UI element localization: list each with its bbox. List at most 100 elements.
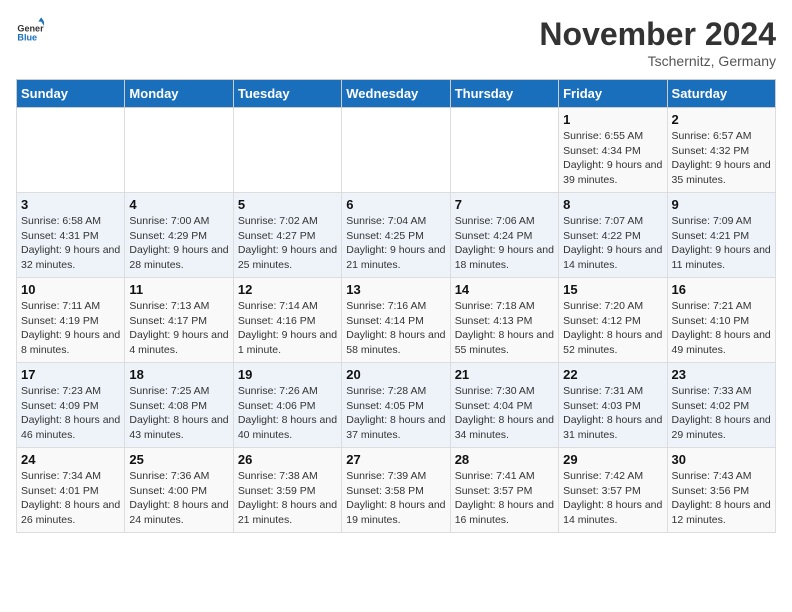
logo-icon: General Blue — [16, 16, 44, 44]
day-number: 9 — [672, 197, 771, 212]
day-number: 28 — [455, 452, 554, 467]
day-info: Sunrise: 7:38 AM Sunset: 3:59 PM Dayligh… — [238, 469, 337, 528]
day-info: Sunrise: 7:21 AM Sunset: 4:10 PM Dayligh… — [672, 299, 771, 358]
calendar-table: SundayMondayTuesdayWednesdayThursdayFrid… — [16, 79, 776, 533]
day-number: 15 — [563, 282, 662, 297]
calendar-header-row: SundayMondayTuesdayWednesdayThursdayFrid… — [17, 80, 776, 108]
calendar-cell: 10Sunrise: 7:11 AM Sunset: 4:19 PM Dayli… — [17, 278, 125, 363]
day-number: 30 — [672, 452, 771, 467]
calendar-cell: 24Sunrise: 7:34 AM Sunset: 4:01 PM Dayli… — [17, 448, 125, 533]
day-number: 1 — [563, 112, 662, 127]
calendar-cell: 22 Sunrise: 7:31 AM Sunset: 4:03 PM Dayli… — [559, 363, 667, 448]
day-number: 8 — [563, 197, 662, 212]
day-info: Sunrise: 7:14 AM Sunset: 4:16 PM Dayligh… — [238, 299, 337, 358]
calendar-cell: 13Sunrise: 7:16 AM Sunset: 4:14 PM Dayli… — [342, 278, 450, 363]
day-number: 16 — [672, 282, 771, 297]
calendar-cell: 9 Sunrise: 7:09 AM Sunset: 4:21 PM Daylig… — [667, 193, 775, 278]
day-number: 11 — [129, 282, 228, 297]
title-area: November 2024 Tschernitz, Germany — [539, 16, 776, 69]
weekday-header-monday: Monday — [125, 80, 233, 108]
calendar-cell: 18 Sunrise: 7:25 AM Sunset: 4:08 PM Dayli… — [125, 363, 233, 448]
calendar-cell: 6 Sunrise: 7:04 AM Sunset: 4:25 PM Daylig… — [342, 193, 450, 278]
day-number: 20 — [346, 367, 445, 382]
day-number: 21 — [455, 367, 554, 382]
calendar-cell: 25Sunrise: 7:36 AM Sunset: 4:00 PM Dayli… — [125, 448, 233, 533]
calendar-week-1: 1 Sunrise: 6:55 AM Sunset: 4:34 PM Daylig… — [17, 108, 776, 193]
calendar-cell: 17 Sunrise: 7:23 AM Sunset: 4:09 PM Dayli… — [17, 363, 125, 448]
day-info: Sunrise: 7:30 AM Sunset: 4:04 PM Dayligh… — [455, 384, 554, 443]
calendar-cell — [125, 108, 233, 193]
calendar-cell: 12Sunrise: 7:14 AM Sunset: 4:16 PM Dayli… — [233, 278, 341, 363]
calendar-cell — [17, 108, 125, 193]
weekday-header-thursday: Thursday — [450, 80, 558, 108]
calendar-cell: 16 Sunrise: 7:21 AM Sunset: 4:10 PM Dayli… — [667, 278, 775, 363]
day-info: Sunrise: 7:04 AM Sunset: 4:25 PM Dayligh… — [346, 214, 445, 273]
calendar-cell: 15 Sunrise: 7:20 AM Sunset: 4:12 PM Dayli… — [559, 278, 667, 363]
day-info: Sunrise: 7:09 AM Sunset: 4:21 PM Dayligh… — [672, 214, 771, 273]
day-info: Sunrise: 7:25 AM Sunset: 4:08 PM Dayligh… — [129, 384, 228, 443]
calendar-cell — [233, 108, 341, 193]
day-number: 10 — [21, 282, 120, 297]
day-number: 26 — [238, 452, 337, 467]
weekday-header-saturday: Saturday — [667, 80, 775, 108]
day-number: 22 — [563, 367, 662, 382]
weekday-header-wednesday: Wednesday — [342, 80, 450, 108]
calendar-body: 1 Sunrise: 6:55 AM Sunset: 4:34 PM Daylig… — [17, 108, 776, 533]
calendar-cell: 29 Sunrise: 7:42 AM Sunset: 3:57 PM Dayli… — [559, 448, 667, 533]
calendar-cell — [450, 108, 558, 193]
day-number: 6 — [346, 197, 445, 212]
day-number: 2 — [672, 112, 771, 127]
day-info: Sunrise: 7:34 AM Sunset: 4:01 PM Dayligh… — [21, 469, 120, 528]
day-info: Sunrise: 7:23 AM Sunset: 4:09 PM Dayligh… — [21, 384, 120, 443]
logo: General Blue — [16, 16, 44, 44]
weekday-header-friday: Friday — [559, 80, 667, 108]
day-number: 14 — [455, 282, 554, 297]
calendar-cell: 28 Sunrise: 7:41 AM Sunset: 3:57 PM Dayli… — [450, 448, 558, 533]
calendar-cell: 5 Sunrise: 7:02 AM Sunset: 4:27 PM Daylig… — [233, 193, 341, 278]
weekday-header-tuesday: Tuesday — [233, 80, 341, 108]
day-number: 5 — [238, 197, 337, 212]
calendar-cell: 14 Sunrise: 7:18 AM Sunset: 4:13 PM Dayli… — [450, 278, 558, 363]
calendar-week-3: 10Sunrise: 7:11 AM Sunset: 4:19 PM Dayli… — [17, 278, 776, 363]
day-info: Sunrise: 6:57 AM Sunset: 4:32 PM Dayligh… — [672, 129, 771, 188]
calendar-cell: 23 Sunrise: 7:33 AM Sunset: 4:02 PM Dayli… — [667, 363, 775, 448]
day-info: Sunrise: 6:58 AM Sunset: 4:31 PM Dayligh… — [21, 214, 120, 273]
day-info: Sunrise: 6:55 AM Sunset: 4:34 PM Dayligh… — [563, 129, 662, 188]
day-number: 19 — [238, 367, 337, 382]
day-info: Sunrise: 7:00 AM Sunset: 4:29 PM Dayligh… — [129, 214, 228, 273]
calendar-cell: 7Sunrise: 7:06 AM Sunset: 4:24 PM Daylig… — [450, 193, 558, 278]
day-info: Sunrise: 7:18 AM Sunset: 4:13 PM Dayligh… — [455, 299, 554, 358]
calendar-cell: 8 Sunrise: 7:07 AM Sunset: 4:22 PM Daylig… — [559, 193, 667, 278]
day-info: Sunrise: 7:07 AM Sunset: 4:22 PM Dayligh… — [563, 214, 662, 273]
day-number: 17 — [21, 367, 120, 382]
day-info: Sunrise: 7:31 AM Sunset: 4:03 PM Dayligh… — [563, 384, 662, 443]
calendar-cell: 27 Sunrise: 7:39 AM Sunset: 3:58 PM Dayli… — [342, 448, 450, 533]
calendar-week-2: 3Sunrise: 6:58 AM Sunset: 4:31 PM Daylig… — [17, 193, 776, 278]
day-number: 23 — [672, 367, 771, 382]
calendar-cell: 20 Sunrise: 7:28 AM Sunset: 4:05 PM Dayli… — [342, 363, 450, 448]
day-info: Sunrise: 7:39 AM Sunset: 3:58 PM Dayligh… — [346, 469, 445, 528]
day-info: Sunrise: 7:28 AM Sunset: 4:05 PM Dayligh… — [346, 384, 445, 443]
day-info: Sunrise: 7:02 AM Sunset: 4:27 PM Dayligh… — [238, 214, 337, 273]
calendar-cell: 1 Sunrise: 6:55 AM Sunset: 4:34 PM Daylig… — [559, 108, 667, 193]
calendar-cell: 30Sunrise: 7:43 AM Sunset: 3:56 PM Dayli… — [667, 448, 775, 533]
day-info: Sunrise: 7:42 AM Sunset: 3:57 PM Dayligh… — [563, 469, 662, 528]
calendar-cell: 19 Sunrise: 7:26 AM Sunset: 4:06 PM Dayli… — [233, 363, 341, 448]
day-number: 4 — [129, 197, 228, 212]
calendar-cell: 4 Sunrise: 7:00 AM Sunset: 4:29 PM Daylig… — [125, 193, 233, 278]
day-info: Sunrise: 7:20 AM Sunset: 4:12 PM Dayligh… — [563, 299, 662, 358]
day-info: Sunrise: 7:06 AM Sunset: 4:24 PM Dayligh… — [455, 214, 554, 273]
month-title: November 2024 — [539, 16, 776, 53]
calendar-cell: 21 Sunrise: 7:30 AM Sunset: 4:04 PM Dayli… — [450, 363, 558, 448]
calendar-week-4: 17 Sunrise: 7:23 AM Sunset: 4:09 PM Dayli… — [17, 363, 776, 448]
day-info: Sunrise: 7:13 AM Sunset: 4:17 PM Dayligh… — [129, 299, 228, 358]
day-info: Sunrise: 7:41 AM Sunset: 3:57 PM Dayligh… — [455, 469, 554, 528]
day-number: 27 — [346, 452, 445, 467]
day-number: 29 — [563, 452, 662, 467]
calendar-week-5: 24Sunrise: 7:34 AM Sunset: 4:01 PM Dayli… — [17, 448, 776, 533]
day-info: Sunrise: 7:26 AM Sunset: 4:06 PM Dayligh… — [238, 384, 337, 443]
day-info: Sunrise: 7:36 AM Sunset: 4:00 PM Dayligh… — [129, 469, 228, 528]
day-number: 18 — [129, 367, 228, 382]
day-info: Sunrise: 7:33 AM Sunset: 4:02 PM Dayligh… — [672, 384, 771, 443]
location-title: Tschernitz, Germany — [539, 53, 776, 69]
